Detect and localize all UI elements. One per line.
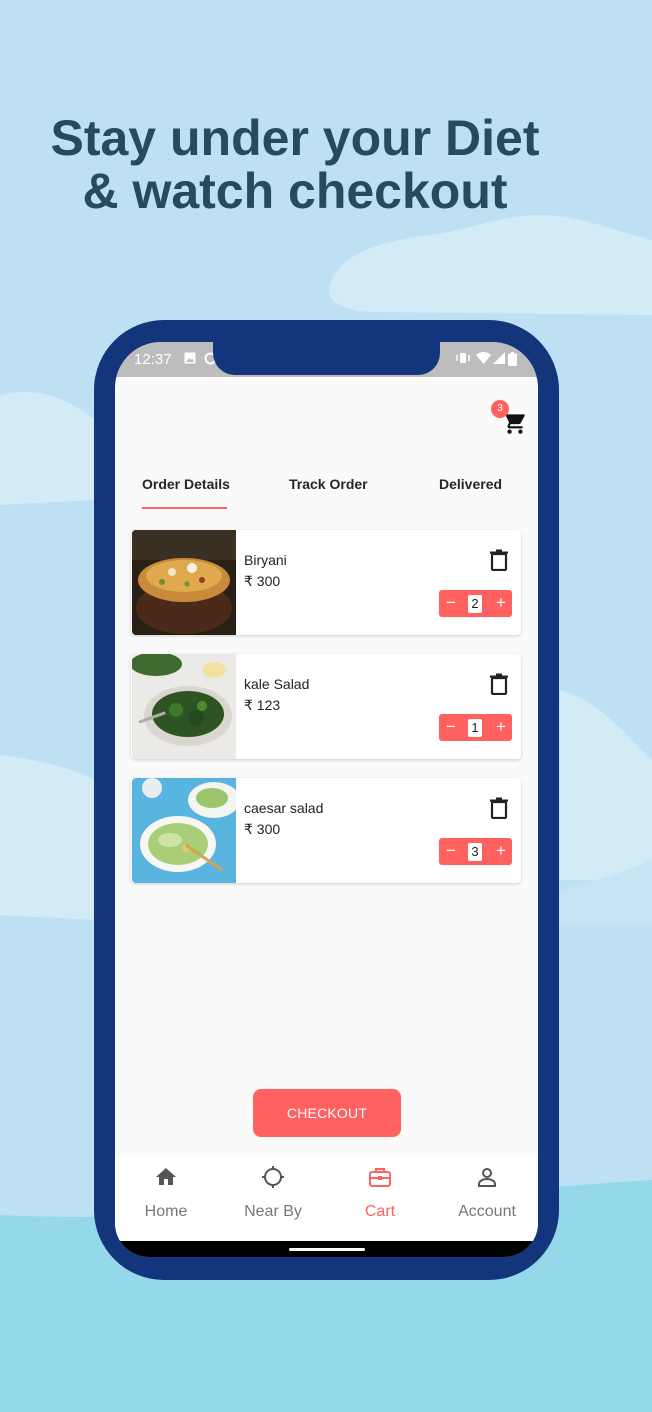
nav-label: Account xyxy=(458,1203,516,1220)
quantity-stepper: − 1 + xyxy=(439,714,512,741)
location-target-icon xyxy=(262,1166,284,1188)
nav-label: Near By xyxy=(244,1203,302,1220)
increase-button[interactable]: + xyxy=(490,590,512,617)
headline-line-2: & watch checkout xyxy=(82,163,508,219)
nav-account[interactable]: Account xyxy=(442,1155,532,1241)
item-price: ₹ 123 xyxy=(244,697,281,713)
biryani-photo xyxy=(132,530,236,635)
decrease-button[interactable]: − xyxy=(440,590,462,617)
headline-line-1: Stay under your Diet xyxy=(50,110,540,166)
nav-cart[interactable]: Cart xyxy=(335,1155,425,1241)
tab-delivered[interactable]: Delivered xyxy=(439,476,502,492)
vibrate-icon xyxy=(456,353,470,363)
camera-notch xyxy=(213,342,440,375)
tab-track-order[interactable]: Track Order xyxy=(289,476,368,492)
person-icon xyxy=(478,1168,496,1187)
decrease-button[interactable]: − xyxy=(440,838,462,865)
order-tabs: Order Details Track Order Delivered xyxy=(115,470,538,510)
quantity-value: 1 xyxy=(468,719,482,737)
phone-frame: 12:37 3 Order Details Track Order Delive… xyxy=(94,320,559,1280)
kale-salad-photo xyxy=(132,654,236,759)
nav-label: Cart xyxy=(364,1203,396,1220)
tab-order-details[interactable]: Order Details xyxy=(142,476,230,492)
item-name: kale Salad xyxy=(244,676,310,692)
active-tab-indicator xyxy=(142,507,227,509)
bottom-nav: Home Near By Cart Account xyxy=(115,1155,538,1241)
trash-icon[interactable] xyxy=(489,797,509,819)
headline: Stay under your Diet & watch checkout xyxy=(0,112,590,218)
battery-icon xyxy=(508,352,517,366)
nav-home[interactable]: Home xyxy=(121,1155,211,1241)
quantity-stepper: − 3 + xyxy=(439,838,512,865)
nav-label: Home xyxy=(144,1203,188,1220)
cart-item[interactable]: caesar salad ₹ 300 − 3 + xyxy=(131,778,521,883)
home-icon xyxy=(156,1168,176,1185)
quantity-value: 2 xyxy=(468,595,482,613)
item-name: caesar salad xyxy=(244,800,324,816)
increase-button[interactable]: + xyxy=(490,714,512,741)
briefcase-cart-icon xyxy=(369,1168,391,1187)
item-price: ₹ 300 xyxy=(244,573,281,589)
item-price: ₹ 300 xyxy=(244,821,281,837)
gallery-icon xyxy=(184,352,196,364)
home-indicator[interactable] xyxy=(289,1248,365,1251)
nav-near-by[interactable]: Near By xyxy=(228,1155,318,1241)
quantity-value: 3 xyxy=(468,843,482,861)
phone-screen: 12:37 3 Order Details Track Order Delive… xyxy=(115,342,538,1257)
cart-item[interactable]: Biryani ₹ 300 − 2 + xyxy=(131,530,521,635)
checkout-button[interactable]: CHECKOUT xyxy=(253,1089,401,1137)
wifi-icon xyxy=(476,352,491,364)
signal-icon xyxy=(493,352,505,364)
trash-icon[interactable] xyxy=(489,549,509,571)
cart-item[interactable]: kale Salad ₹ 123 − 1 + xyxy=(131,654,521,759)
status-time: 12:37 xyxy=(134,351,172,368)
item-name: Biryani xyxy=(244,552,287,568)
cart-badge: 3 xyxy=(491,400,509,418)
increase-button[interactable]: + xyxy=(490,838,512,865)
quantity-stepper: − 2 + xyxy=(439,590,512,617)
caesar-salad-photo xyxy=(132,778,236,883)
decrease-button[interactable]: − xyxy=(440,714,462,741)
trash-icon[interactable] xyxy=(489,673,509,695)
